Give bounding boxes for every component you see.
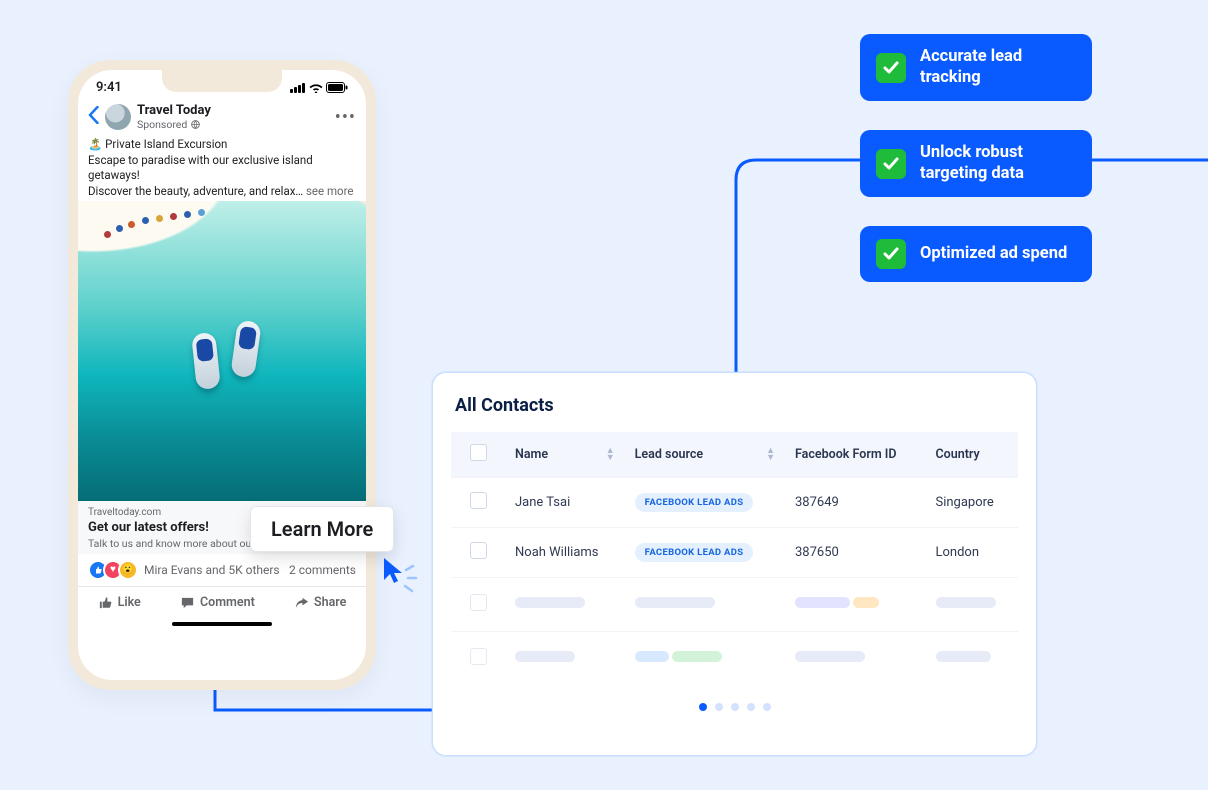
check-icon — [876, 53, 906, 83]
thumb-up-icon — [98, 595, 113, 610]
lead-source-pill: FACEBOOK LEAD ADS — [635, 543, 754, 562]
sponsored-label: Sponsored — [137, 118, 211, 131]
clock: 9:41 — [96, 80, 122, 95]
page-dot[interactable] — [747, 703, 755, 711]
col-lead-source[interactable]: Lead source▲▼ — [625, 432, 785, 478]
table-row[interactable]: Noah Williams FACEBOOK LEAD ADS 387650 L… — [451, 528, 1018, 578]
wow-reaction-icon: 😮 — [118, 560, 138, 580]
reactions-text[interactable]: Mira Evans and 5K others — [144, 563, 280, 577]
more-icon[interactable]: ••• — [335, 107, 356, 128]
post-header: Travel Today Sponsored ••• — [78, 99, 366, 135]
battery-icon — [326, 82, 348, 93]
back-icon[interactable] — [88, 105, 99, 130]
comments-count[interactable]: 2 comments — [289, 563, 356, 577]
check-icon — [876, 149, 906, 179]
globe-icon — [191, 120, 200, 129]
learn-more-button[interactable]: Learn More — [250, 506, 394, 552]
page-dot[interactable] — [763, 703, 771, 711]
cell-form-id: 387650 — [785, 528, 926, 578]
phone-notch — [162, 70, 282, 92]
lead-source-pill: FACEBOOK LEAD ADS — [635, 493, 754, 512]
post-line-1: 🏝️ Private Island Excursion — [88, 137, 356, 153]
page-avatar[interactable] — [105, 104, 131, 130]
reaction-icons[interactable]: ♥ 😮 Mira Evans and 5K others — [88, 560, 280, 580]
select-all-checkbox[interactable] — [470, 444, 487, 461]
post-text: 🏝️ Private Island Excursion Escape to pa… — [78, 135, 366, 201]
post-line-3: Discover the beauty, adventure, and rela… — [88, 184, 306, 198]
col-form-id[interactable]: Facebook Form ID — [785, 432, 926, 478]
wifi-icon — [308, 82, 324, 93]
signal-icon — [290, 82, 306, 93]
table-row-skeleton — [451, 632, 1018, 686]
reaction-row: ♥ 😮 Mira Evans and 5K others 2 comments — [78, 554, 366, 586]
cell-name: Jane Tsai — [505, 478, 625, 528]
col-name[interactable]: Name▲▼ — [505, 432, 625, 478]
table-row-skeleton — [451, 578, 1018, 632]
post-line-2: Escape to paradise with our exclusive is… — [88, 153, 356, 184]
phone-mockup: 9:41 Travel Today Sponsored ••• 🏝 — [68, 60, 376, 690]
sort-icon: ▲▼ — [766, 448, 775, 462]
phone-screen: 9:41 Travel Today Sponsored ••• 🏝 — [78, 70, 366, 680]
benefit-text: Accurate lead tracking — [920, 47, 1076, 88]
sort-icon: ▲▼ — [606, 448, 615, 462]
check-icon — [876, 239, 906, 269]
cell-form-id: 387649 — [785, 478, 926, 528]
table-row[interactable]: Jane Tsai FACEBOOK LEAD ADS 387649 Singa… — [451, 478, 1018, 528]
table-header-row: Name▲▼ Lead source▲▼ Facebook Form ID Co… — [451, 432, 1018, 478]
comment-icon — [180, 595, 195, 610]
benefit-text: Optimized ad spend — [920, 244, 1067, 265]
cell-country: Singapore — [926, 478, 1019, 528]
cell-country: London — [926, 528, 1019, 578]
comment-button[interactable]: Comment — [180, 595, 255, 610]
see-more-link[interactable]: see more — [306, 184, 354, 198]
benefit-text: Unlock robust targeting data — [920, 143, 1076, 184]
page-name[interactable]: Travel Today — [137, 103, 211, 118]
action-bar: Like Comment Share — [78, 586, 366, 618]
share-button[interactable]: Share — [294, 595, 346, 610]
post-image[interactable] — [78, 201, 366, 501]
beach-umbrellas — [98, 203, 218, 253]
benefit-card: Accurate lead tracking — [860, 34, 1092, 101]
row-checkbox[interactable] — [470, 542, 487, 559]
home-indicator — [172, 622, 272, 626]
panel-title: All Contacts — [455, 395, 1018, 416]
share-icon — [294, 595, 309, 610]
cell-name: Noah Williams — [505, 528, 625, 578]
page-dot[interactable] — [731, 703, 739, 711]
benefit-card: Unlock robust targeting data — [860, 130, 1092, 197]
row-checkbox[interactable] — [470, 492, 487, 509]
like-button[interactable]: Like — [98, 595, 141, 610]
page-dot[interactable] — [715, 703, 723, 711]
page-dot[interactable] — [699, 703, 707, 711]
cursor-icon — [380, 556, 420, 596]
col-country[interactable]: Country — [926, 432, 1019, 478]
contacts-table: Name▲▼ Lead source▲▼ Facebook Form ID Co… — [451, 432, 1018, 685]
benefit-card: Optimized ad spend — [860, 226, 1092, 282]
contacts-panel: All Contacts Name▲▼ Lead source▲▼ Facebo… — [432, 372, 1037, 756]
pagination[interactable] — [451, 703, 1018, 711]
